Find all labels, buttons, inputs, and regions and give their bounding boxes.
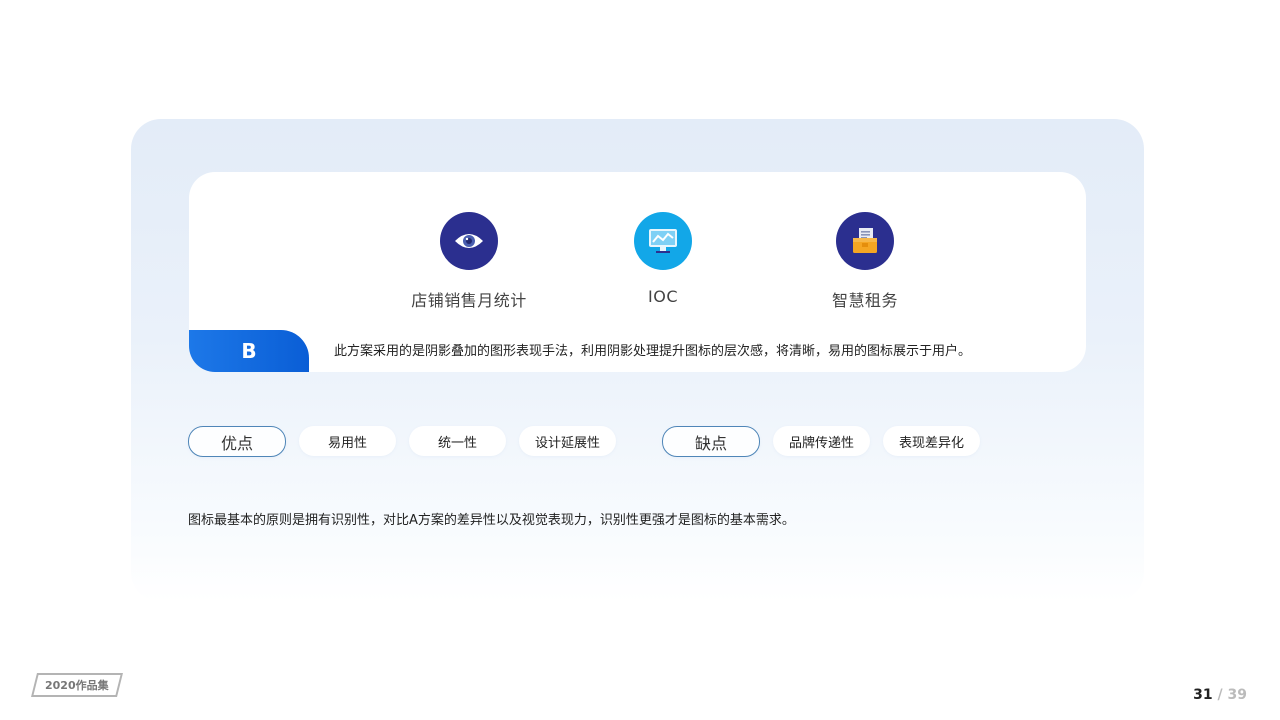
icon-item-smart-lease[interactable]: 智慧租务 (785, 212, 945, 311)
page-current: 31 (1193, 687, 1213, 703)
pros-title-chip: 优点 (188, 426, 286, 457)
icon-label-smart-lease: 智慧租务 (831, 291, 898, 310)
pros-chip-usability: 易用性 (299, 426, 396, 456)
page-number: 31 / 39 (1193, 687, 1247, 703)
icon-label-store-sales: 店铺销售月统计 (411, 291, 527, 310)
summary-text: 图标最基本的原则是拥有识别性，对比A方案的差异性以及视觉表现力，识别性更强才是图… (188, 513, 795, 528)
scheme-description: 此方案采用的是阴影叠加的图形表现手法，利用阴影处理提升图标的层次感，将清晰，易用… (334, 344, 972, 359)
icon-label-ioc: IOC (648, 287, 678, 306)
scheme-b-card: 店铺销售月统计 IOC 智慧租务 B 此方案采用的是阴影叠加的图形表现手法，利用… (189, 172, 1086, 372)
pros-chip-consistency: 统一性 (409, 426, 506, 456)
pros-chip-extensibility: 设计延展性 (519, 426, 616, 456)
cons-title-chip: 缺点 (662, 426, 760, 457)
icon-item-store-sales[interactable]: 店铺销售月统计 (389, 212, 549, 311)
portfolio-tag: 2020作品集 (31, 673, 123, 697)
cons-chip-brand: 品牌传递性 (773, 426, 870, 456)
page-separator: / (1217, 687, 1223, 703)
scheme-badge: B (189, 330, 309, 372)
monitor-chart-icon (634, 212, 692, 270)
document-folder-icon (836, 212, 894, 270)
cons-chip-differentiation: 表现差异化 (883, 426, 980, 456)
eye-icon (440, 212, 498, 270)
page-total: 39 (1227, 687, 1247, 703)
icon-item-ioc[interactable]: IOC (583, 212, 743, 306)
portfolio-tag-label: 2020作品集 (45, 679, 109, 692)
